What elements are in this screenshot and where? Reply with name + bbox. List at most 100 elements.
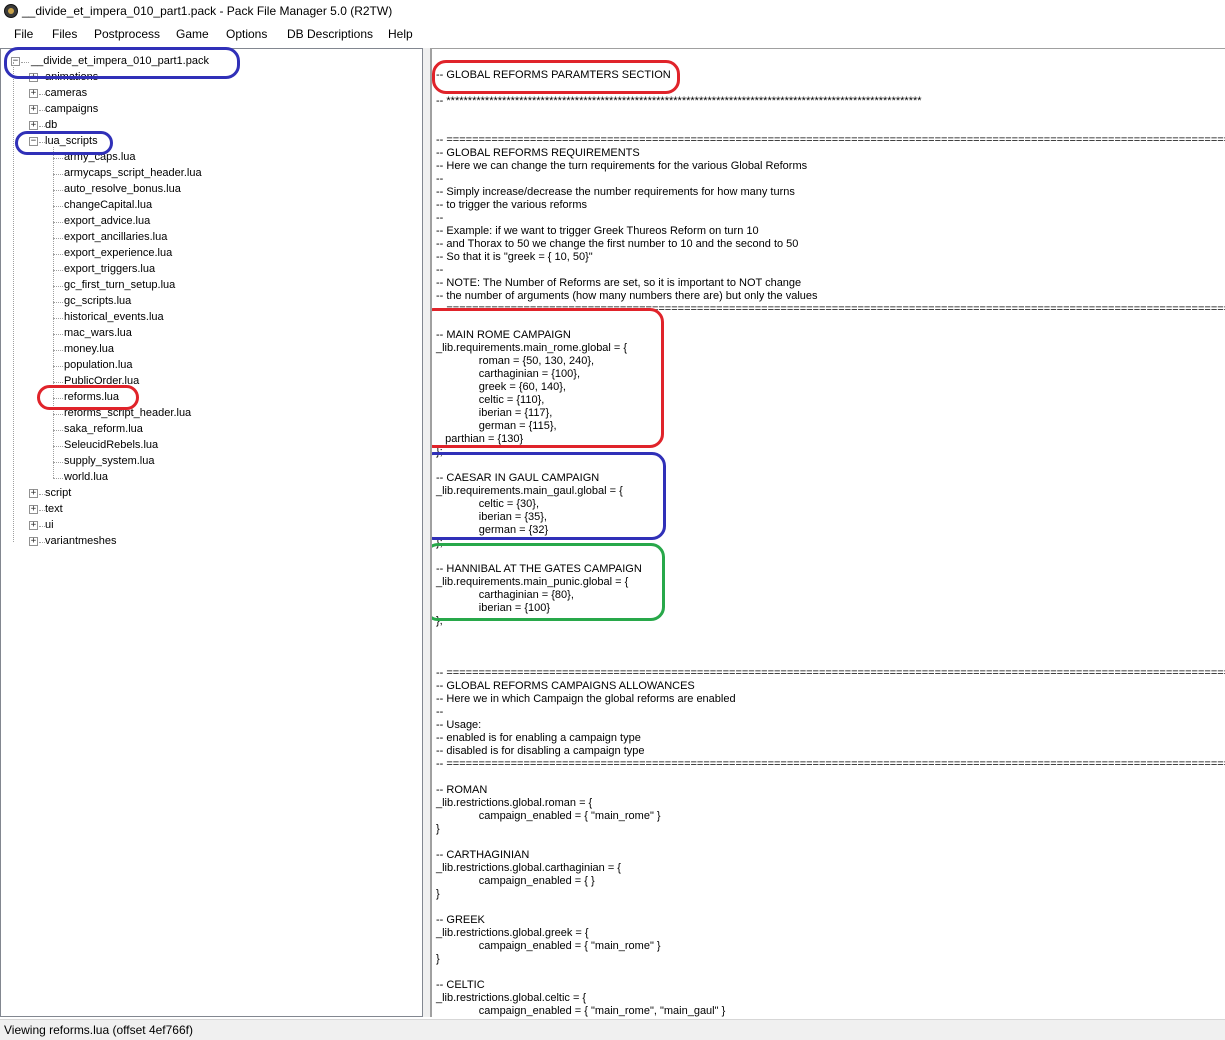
code-line[interactable]: campaign_enabled = { "main_rome", "main_…: [436, 1005, 725, 1017]
tree-file-gc-first-turn-setup-lua[interactable]: gc_first_turn_setup.lua: [53, 278, 353, 294]
pack-file-tree[interactable]: − __divide_et_impera_010_part1.pack + ani…: [0, 48, 423, 1017]
code-line[interactable]: greek = {60, 140},: [436, 381, 566, 394]
code-line[interactable]: -- Simply increase/decrease the number r…: [436, 186, 795, 199]
tree-file-saka-reform-lua[interactable]: saka_reform.lua: [53, 422, 353, 438]
code-line[interactable]: -- enabled is for enabling a campaign ty…: [436, 732, 641, 745]
tree-file-mac-wars-lua[interactable]: mac_wars.lua: [53, 326, 353, 342]
tree-file-army-caps-lua[interactable]: army_caps.lua: [53, 150, 353, 166]
code-line[interactable]: _lib.requirements.main_rome.global = {: [436, 342, 627, 355]
code-line[interactable]: german = {115},: [436, 420, 557, 433]
expand-icon[interactable]: +: [29, 537, 38, 546]
code-line[interactable]: roman = {50, 130, 240},: [436, 355, 594, 368]
code-line[interactable]: -- =====================================…: [436, 134, 1225, 147]
tree-root-node[interactable]: − __divide_et_impera_010_part1.pack: [9, 54, 309, 70]
tree-file-auto-resolve-bonus-lua[interactable]: auto_resolve_bonus.lua: [53, 182, 353, 198]
code-line[interactable]: celtic = {30},: [436, 498, 539, 511]
tree-file-changecapital-lua[interactable]: changeCapital.lua: [53, 198, 353, 214]
tree-folder-cameras[interactable]: + cameras: [29, 86, 329, 102]
code-line[interactable]: -- =====================================…: [436, 667, 1225, 680]
code-line[interactable]: -- *************************************…: [436, 95, 922, 108]
expand-icon[interactable]: +: [29, 105, 38, 114]
code-line[interactable]: _lib.restrictions.global.carthaginian = …: [436, 862, 621, 875]
expand-icon[interactable]: +: [29, 489, 38, 498]
tree-file-reforms-lua[interactable]: reforms.lua: [53, 390, 353, 406]
tree-file-population-lua[interactable]: population.lua: [53, 358, 353, 374]
tree-file-publicorder-lua[interactable]: PublicOrder.lua: [53, 374, 353, 390]
tree-file-supply-system-lua[interactable]: supply_system.lua: [53, 454, 353, 470]
tree-folder-db[interactable]: + db: [29, 118, 329, 134]
code-line[interactable]: -- Usage:: [436, 719, 481, 732]
collapse-icon[interactable]: −: [29, 137, 38, 146]
tree-folder-ui[interactable]: + ui: [29, 518, 329, 534]
code-line[interactable]: -- the number of arguments (how many num…: [436, 290, 818, 303]
menu-options[interactable]: Options: [226, 27, 267, 41]
tree-folder-animations[interactable]: + animations: [29, 70, 329, 86]
tree-file-gc-scripts-lua[interactable]: gc_scripts.lua: [53, 294, 353, 310]
code-line[interactable]: parthian = {130}: [436, 433, 523, 446]
menu-file[interactable]: File: [14, 27, 33, 41]
code-line[interactable]: --: [436, 212, 443, 225]
code-line[interactable]: iberian = {100}: [436, 602, 550, 615]
code-line[interactable]: -- =====================================…: [436, 758, 1225, 771]
code-line[interactable]: }: [436, 823, 440, 836]
tree-file-money-lua[interactable]: money.lua: [53, 342, 353, 358]
app-icon[interactable]: [4, 4, 18, 18]
menu-db-descriptions[interactable]: DB Descriptions: [287, 27, 373, 41]
code-line[interactable]: -- ROMAN: [436, 784, 487, 797]
expand-icon[interactable]: +: [29, 73, 38, 82]
code-line[interactable]: --: [436, 706, 443, 719]
menu-game[interactable]: Game: [176, 27, 209, 41]
tree-file-world-lua[interactable]: world.lua: [53, 470, 353, 486]
code-line[interactable]: _lib.requirements.main_gaul.global = {: [436, 485, 623, 498]
code-line[interactable]: -- GREEK: [436, 914, 485, 927]
tree-file-export-experience-lua[interactable]: export_experience.lua: [53, 246, 353, 262]
code-line[interactable]: -- Example: if we want to trigger Greek …: [436, 225, 759, 238]
code-line[interactable]: campaign_enabled = { "main_rome" }: [436, 940, 661, 953]
tree-folder-script[interactable]: + script: [29, 486, 329, 502]
tree-file-armycaps-script-header-lua[interactable]: armycaps_script_header.lua: [53, 166, 353, 182]
code-line[interactable]: -- disabled is for disabling a campaign …: [436, 745, 645, 758]
expand-icon[interactable]: +: [29, 89, 38, 98]
expand-icon[interactable]: +: [29, 121, 38, 130]
code-line[interactable]: iberian = {35},: [436, 511, 547, 524]
code-line[interactable]: -- CAESAR IN GAUL CAMPAIGN: [436, 472, 599, 485]
code-line[interactable]: -- GLOBAL REFORMS REQUIREMENTS: [436, 147, 640, 160]
code-line[interactable]: _lib.requirements.main_punic.global = {: [436, 576, 628, 589]
code-line[interactable]: }: [436, 953, 440, 966]
code-line[interactable]: campaign_enabled = { }: [436, 875, 595, 888]
code-line[interactable]: -- to trigger the various reforms: [436, 199, 587, 212]
tree-folder-text[interactable]: + text: [29, 502, 329, 518]
menu-postprocess[interactable]: Postprocess: [94, 27, 160, 41]
code-line[interactable]: -- and Thorax to 50 we change the first …: [436, 238, 798, 251]
menu-files[interactable]: Files: [52, 27, 77, 41]
code-line[interactable]: -- GLOBAL REFORMS CAMPAIGNS ALLOWANCES: [436, 680, 695, 693]
code-line[interactable]: iberian = {117},: [436, 407, 553, 420]
code-line[interactable]: -- Here we in which Campaign the global …: [436, 693, 736, 706]
code-line[interactable]: carthaginian = {100},: [436, 368, 580, 381]
code-line[interactable]: german = {32}: [436, 524, 548, 537]
code-line[interactable]: celtic = {110},: [436, 394, 545, 407]
code-line[interactable]: };: [436, 537, 443, 550]
code-line[interactable]: -- =====================================…: [436, 303, 1225, 316]
tree-file-export-ancillaries-lua[interactable]: export_ancillaries.lua: [53, 230, 353, 246]
tree-folder-variantmeshes[interactable]: + variantmeshes: [29, 534, 329, 550]
code-line[interactable]: _lib.restrictions.global.greek = {: [436, 927, 589, 940]
code-line[interactable]: -- NOTE: The Number of Reforms are set, …: [436, 277, 801, 290]
tree-folder-lua_scripts[interactable]: − lua_scripts: [29, 134, 329, 150]
code-line[interactable]: -- CELTIC: [436, 979, 485, 992]
tree-file-reforms-script-header-lua[interactable]: reforms_script_header.lua: [53, 406, 353, 422]
code-line[interactable]: --: [436, 173, 443, 186]
code-line[interactable]: _lib.restrictions.global.roman = {: [436, 797, 592, 810]
tree-file-export-advice-lua[interactable]: export_advice.lua: [53, 214, 353, 230]
tree-file-historical-events-lua[interactable]: historical_events.lua: [53, 310, 353, 326]
code-line[interactable]: _lib.restrictions.global.celtic = {: [436, 992, 586, 1005]
code-line[interactable]: }: [436, 888, 440, 901]
code-line[interactable]: carthaginian = {80},: [436, 589, 574, 602]
menu-help[interactable]: Help: [388, 27, 413, 41]
code-line[interactable]: -- HANNIBAL AT THE GATES CAMPAIGN: [436, 563, 642, 576]
code-line[interactable]: -- MAIN ROME CAMPAIGN: [436, 329, 571, 342]
code-line[interactable]: };: [436, 615, 443, 628]
code-line[interactable]: --: [436, 264, 443, 277]
code-line[interactable]: -- CARTHAGINIAN: [436, 849, 529, 862]
tree-file-seleucidrebels-lua[interactable]: SeleucidRebels.lua: [53, 438, 353, 454]
